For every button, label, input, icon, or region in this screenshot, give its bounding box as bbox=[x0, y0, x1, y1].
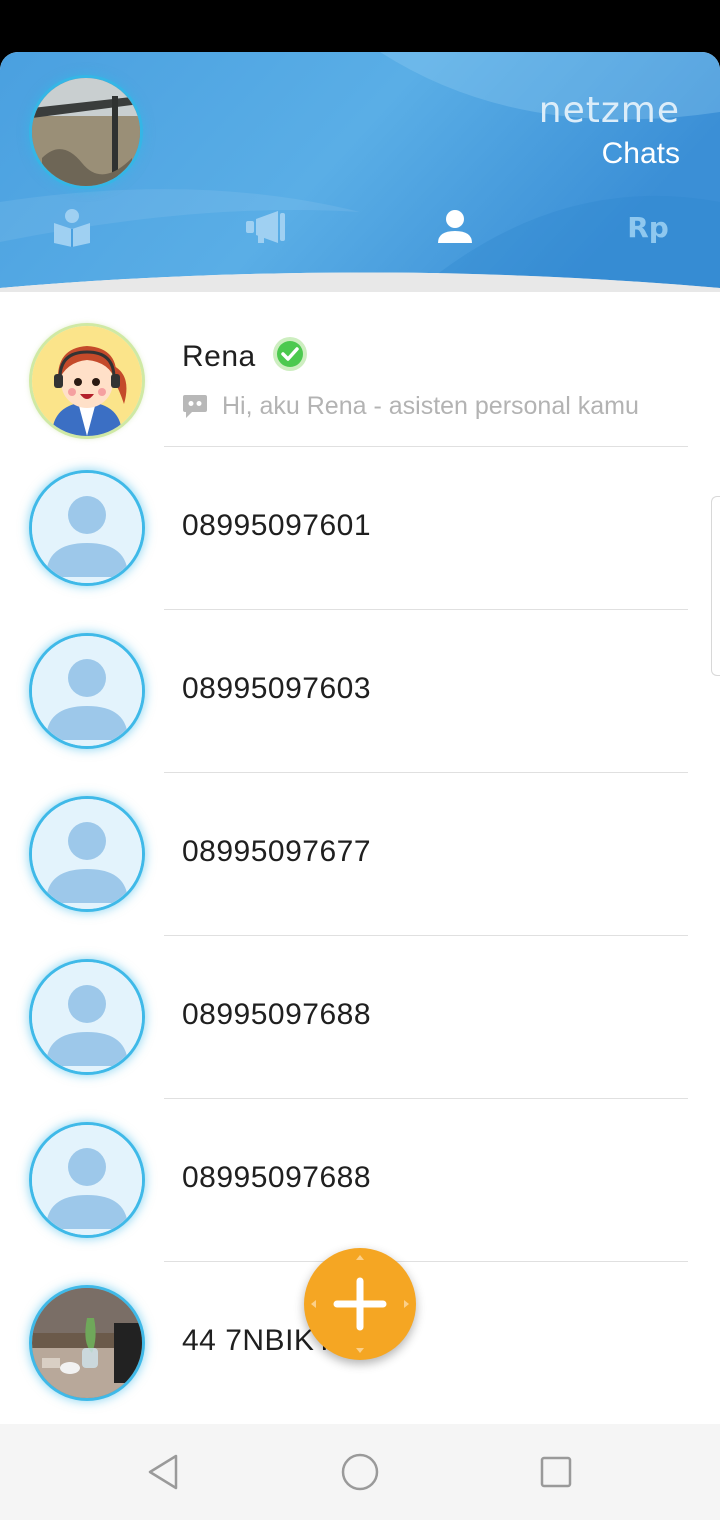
profile-avatar[interactable] bbox=[32, 78, 140, 186]
contact-name: 08995097603 bbox=[182, 672, 372, 705]
tab-rp[interactable]: Rp bbox=[618, 202, 678, 252]
brand-logo: netzme bbox=[538, 90, 680, 131]
megaphone-icon bbox=[246, 211, 285, 243]
contact-name: 08995097677 bbox=[182, 835, 372, 868]
book-reader-icon bbox=[54, 209, 90, 247]
app-screen: netzme Chats Rp Rena Hi, aku Rena - asis… bbox=[0, 52, 720, 1424]
list-item[interactable]: Rena Hi, aku Rena - asisten personal kam… bbox=[0, 284, 720, 447]
photo-avatar bbox=[32, 1288, 142, 1398]
plus-icon bbox=[311, 1255, 409, 1353]
back-icon bbox=[148, 1454, 178, 1490]
page-title: Chats bbox=[601, 137, 680, 170]
add-fab-button[interactable] bbox=[304, 1248, 416, 1360]
tab-contacts[interactable] bbox=[425, 202, 485, 252]
default-avatar bbox=[32, 636, 142, 746]
default-avatar bbox=[32, 799, 142, 909]
message-preview: Hi, aku Rena - asisten personal kamu bbox=[182, 392, 639, 421]
system-navigation-bar bbox=[0, 1424, 720, 1520]
list-item[interactable]: 08995097603 bbox=[0, 610, 720, 773]
verified-badge-icon bbox=[273, 337, 307, 371]
status-bar bbox=[0, 0, 720, 52]
contact-name: 08995097688 bbox=[182, 998, 372, 1031]
home-icon bbox=[341, 1453, 379, 1491]
recents-button[interactable] bbox=[532, 1448, 580, 1496]
preview-text: Hi, aku Rena - asisten personal kamu bbox=[222, 392, 639, 420]
recents-icon bbox=[540, 1456, 572, 1488]
contact-name: 08995097688 bbox=[182, 1161, 372, 1194]
contact-name: Rena bbox=[182, 340, 256, 373]
default-avatar bbox=[32, 962, 142, 1072]
list-item[interactable]: 08995097601 bbox=[0, 447, 720, 610]
header: netzme Chats Rp bbox=[0, 52, 720, 292]
rena-cartoon-avatar bbox=[32, 326, 142, 436]
home-button[interactable] bbox=[336, 1448, 384, 1496]
person-icon bbox=[438, 210, 472, 243]
default-avatar bbox=[32, 473, 142, 583]
tab-stories[interactable] bbox=[42, 202, 102, 252]
back-button[interactable] bbox=[140, 1448, 188, 1496]
default-avatar bbox=[32, 1125, 142, 1235]
list-item[interactable]: 08995097688 bbox=[0, 936, 720, 1099]
list-item[interactable]: 08995097688 bbox=[0, 1099, 720, 1262]
contact-name: 08995097601 bbox=[182, 509, 372, 542]
list-item[interactable]: 08995097677 bbox=[0, 773, 720, 936]
tab-announcements[interactable] bbox=[236, 202, 296, 252]
scroll-edge-handle[interactable] bbox=[711, 496, 720, 676]
message-bubble-icon bbox=[183, 394, 207, 418]
